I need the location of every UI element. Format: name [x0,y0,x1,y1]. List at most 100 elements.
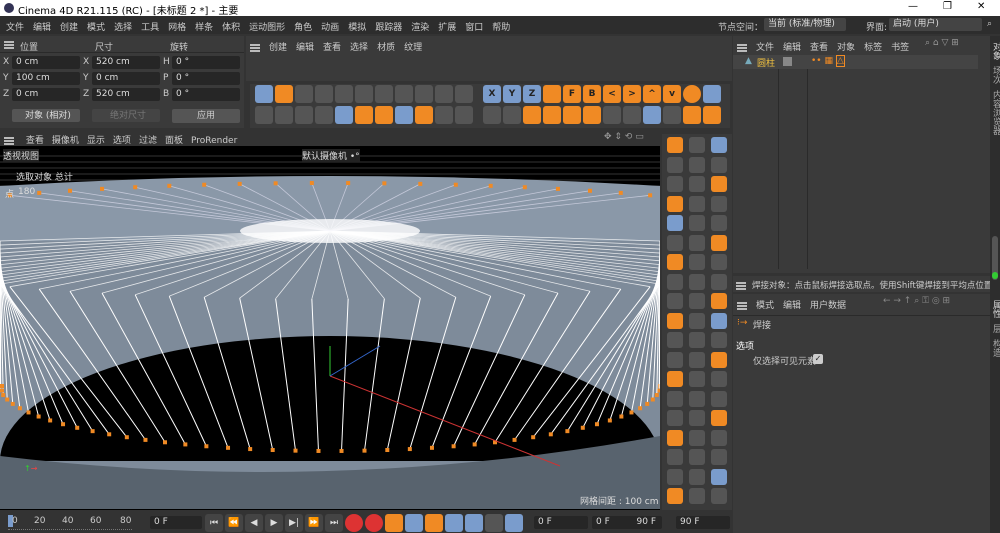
tool-icon[interactable] [275,106,293,124]
tool-icon[interactable] [623,106,641,124]
view-button[interactable]: > [623,85,641,103]
timeline-ruler[interactable]: 0 20 40 60 80 [8,515,132,530]
tool-icon[interactable] [711,195,727,212]
tool-icon[interactable] [667,351,683,368]
rotation-field[interactable]: 0 ° [172,72,240,85]
mat-menu-edit[interactable]: 编辑 [296,43,314,53]
position-field[interactable]: 0 cm [12,56,80,69]
tool-icon[interactable] [711,234,727,251]
obj-menu-edit[interactable]: 编辑 [783,43,801,53]
search-filter-icons[interactable]: ⌕ ⌂ ▽ ⊞ [925,38,959,48]
key-tool-icon[interactable] [425,514,443,532]
view-button[interactable]: < [603,85,621,103]
attr-menu-mode[interactable]: 模式 [756,301,774,311]
tool-icon[interactable] [643,106,661,124]
tool-icon[interactable] [689,332,705,348]
viewport-scene[interactable] [0,146,660,510]
tool-icon[interactable] [455,106,473,124]
tool-icon[interactable] [667,371,683,387]
menu-extensions[interactable]: 扩展 [438,23,456,33]
key-tool-icon[interactable] [485,514,503,532]
visible-only-checkbox[interactable]: ✓ [813,354,823,364]
create-object-icon[interactable] [395,85,413,103]
create-object-icon[interactable] [315,85,333,103]
tool-icon[interactable] [335,106,353,124]
axis-lock-button[interactable]: Z [523,85,541,103]
restore-button[interactable]: ❐ [943,1,952,12]
vp-menu-display[interactable]: 显示 [87,136,105,146]
close-button[interactable]: ✕ [977,1,985,12]
tool-icon[interactable] [667,156,683,173]
vp-menu-options[interactable]: 选项 [113,136,131,146]
view-button[interactable]: ^ [643,85,661,103]
world-coords-icon[interactable] [543,85,561,103]
end-frame-field[interactable]: 90 F [676,516,730,529]
range-slider[interactable]: 0 F 90 F [592,516,662,529]
tool-icon[interactable] [711,410,727,426]
tool-icon[interactable] [689,488,705,504]
tool-icon[interactable] [667,176,683,192]
view-button[interactable]: B [583,85,601,103]
create-object-icon[interactable] [375,85,393,103]
menu-mode[interactable]: 模式 [87,23,105,33]
tab-takes[interactable]: 场次 [990,66,1000,84]
tool-icon[interactable] [563,106,581,124]
tool-icon[interactable] [689,293,705,309]
panel-menu-icon[interactable] [737,43,747,52]
rotation-field[interactable]: 0 ° [172,88,240,101]
tool-icon[interactable] [689,312,705,329]
create-object-icon[interactable] [295,85,313,103]
tool-icon[interactable] [703,106,721,124]
size-mode-select[interactable]: 绝对尺寸 [92,109,160,122]
tool-icon[interactable] [583,106,601,124]
key-tool-icon[interactable] [445,514,463,532]
tool-icon[interactable] [667,254,683,270]
tool-icon[interactable] [711,371,727,387]
tool-icon[interactable] [689,273,705,290]
create-object-icon[interactable] [455,85,473,103]
key-tool-icon[interactable] [405,514,423,532]
scrollbar[interactable] [992,236,998,280]
tool-icon[interactable] [689,234,705,251]
search-icon[interactable]: ⌕ [987,19,992,29]
menu-character[interactable]: 角色 [294,23,312,33]
tool-icon[interactable] [689,468,705,485]
tool-icon[interactable] [711,176,727,192]
playback-button[interactable]: ▶| [285,514,303,532]
create-object-icon[interactable] [335,85,353,103]
panel-menu-icon[interactable] [4,136,14,145]
tool-icon[interactable] [711,312,727,329]
create-object-icon[interactable] [415,85,433,103]
tool-icon[interactable] [315,106,333,124]
tool-icon[interactable] [523,106,541,124]
key-tool-icon[interactable] [385,514,403,532]
tool-icon[interactable] [711,254,727,270]
sphere-icon[interactable] [683,85,701,103]
tool-icon[interactable] [435,106,453,124]
tool-icon[interactable] [711,332,727,348]
axis-lock-button[interactable]: Y [503,85,521,103]
menu-window[interactable]: 窗口 [465,23,483,33]
create-object-icon[interactable] [255,85,273,103]
tool-icon[interactable] [415,106,433,124]
obj-menu-view[interactable]: 查看 [810,43,828,53]
menu-simulate[interactable]: 模拟 [348,23,366,33]
mat-menu-texture[interactable]: 纹理 [404,43,422,53]
tool-icon[interactable] [667,390,683,407]
tool-icon[interactable] [689,410,705,426]
panel-menu-icon[interactable] [737,301,747,310]
vp-menu-filter[interactable]: 过滤 [139,136,157,146]
playback-button[interactable]: ⏭ [325,514,343,532]
tab-attributes[interactable]: 属性 [990,300,1000,318]
position-field[interactable]: 0 cm [12,88,80,101]
viewport[interactable]: 透视视图 默认摄像机 •° 选取对象 总计 点 180 网格间距 : 100 c… [0,146,660,510]
tool-icon[interactable] [667,293,683,309]
playback-button[interactable]: ▶ [265,514,283,532]
tool-icon[interactable] [667,429,683,446]
mat-menu-view[interactable]: 查看 [323,43,341,53]
tool-icon[interactable] [667,215,683,231]
vp-menu-panel[interactable]: 面板 [165,136,183,146]
menu-render[interactable]: 渲染 [411,23,429,33]
create-object-icon[interactable] [355,85,373,103]
menu-tracker[interactable]: 跟踪器 [375,23,402,33]
